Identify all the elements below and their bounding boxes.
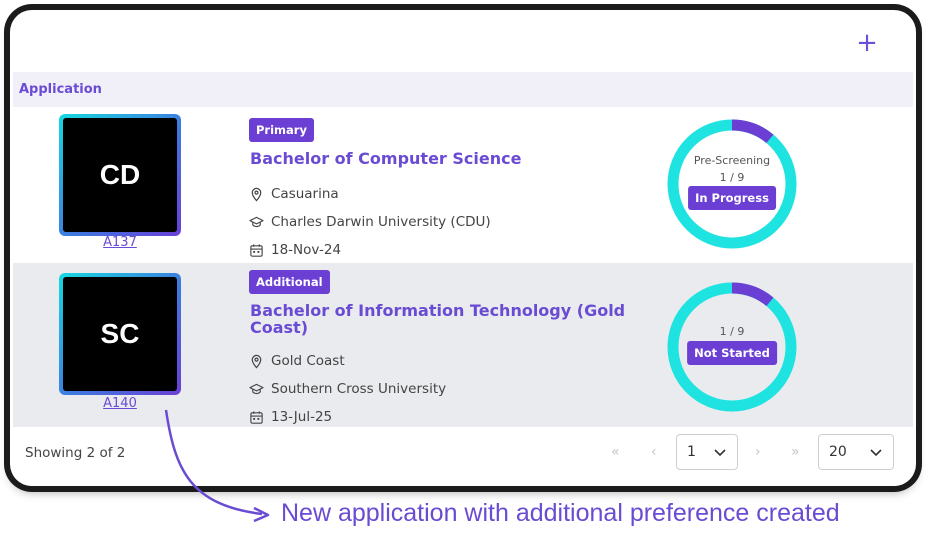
double-chevron-left-icon: « bbox=[611, 444, 620, 460]
last-page-button[interactable]: » bbox=[791, 444, 800, 460]
showing-count: Showing 2 of 2 bbox=[25, 445, 126, 461]
step-label: 1 / 9 bbox=[719, 325, 745, 338]
chevron-down-icon bbox=[714, 449, 726, 457]
first-page-button[interactable]: « bbox=[611, 444, 620, 460]
add-application-button[interactable]: + bbox=[854, 30, 880, 56]
course-title[interactable]: Bachelor of Information Technology (Gold… bbox=[250, 302, 630, 336]
chevron-right-icon: › bbox=[755, 444, 761, 460]
application-id-link[interactable]: A137 bbox=[59, 235, 181, 250]
pagination-footer: Showing 2 of 2 « ‹ 1 › » 20 bbox=[13, 427, 913, 486]
progress-track bbox=[667, 119, 797, 249]
step-label: 1 / 9 bbox=[719, 171, 745, 184]
preference-badge: Additional bbox=[249, 270, 330, 294]
date-text: 13-Jul-25 bbox=[271, 409, 333, 425]
date-line: 13-Jul-25 bbox=[249, 409, 332, 425]
graduation-cap-icon bbox=[249, 216, 264, 227]
map-pin-icon bbox=[251, 187, 262, 202]
progress-ring: 1 / 9 Not Started bbox=[665, 280, 799, 414]
university-line: Charles Darwin University (CDU) bbox=[249, 214, 491, 230]
application-avatar-frame: SC bbox=[59, 273, 181, 395]
date-line: 18-Nov-24 bbox=[249, 242, 341, 258]
date-text: 18-Nov-24 bbox=[271, 242, 342, 258]
prev-page-button[interactable]: ‹ bbox=[651, 444, 657, 460]
application-row: CD A137 Primary Bachelor of Computer Sci… bbox=[13, 107, 913, 263]
annotation-text: New application with additional preferen… bbox=[281, 499, 840, 527]
progress-ring: Pre-Screening 1 / 9 In Progress bbox=[665, 117, 799, 251]
chevron-left-icon: ‹ bbox=[651, 444, 657, 460]
location-text: Casuarina bbox=[271, 186, 339, 202]
location-line: Casuarina bbox=[249, 186, 339, 202]
stage-label: Pre-Screening bbox=[693, 154, 771, 167]
application-row: SC A140 Additional Bachelor of Informati… bbox=[13, 263, 913, 427]
page-select[interactable]: 1 bbox=[676, 434, 738, 470]
stage: + Application CD A137 Primary Bachelor o… bbox=[0, 0, 926, 535]
status-badge: Not Started bbox=[687, 341, 777, 365]
calendar-icon bbox=[250, 243, 263, 257]
map-pin-icon bbox=[251, 354, 262, 369]
chevron-down-icon bbox=[870, 449, 882, 457]
university-text: Charles Darwin University (CDU) bbox=[271, 214, 491, 230]
page-select-value: 1 bbox=[687, 444, 696, 460]
applications-panel: + Application CD A137 Primary Bachelor o… bbox=[10, 10, 916, 486]
application-avatar: SC bbox=[63, 277, 177, 391]
application-id-link[interactable]: A140 bbox=[59, 396, 181, 411]
page-size-value: 20 bbox=[829, 444, 847, 460]
next-page-button[interactable]: › bbox=[755, 444, 761, 460]
application-avatar-frame: CD bbox=[59, 114, 181, 236]
course-title[interactable]: Bachelor of Computer Science bbox=[250, 150, 630, 167]
plus-icon: + bbox=[856, 28, 878, 58]
calendar-icon bbox=[250, 410, 263, 424]
section-header: Application bbox=[13, 72, 913, 107]
location-text: Gold Coast bbox=[271, 353, 345, 369]
location-line: Gold Coast bbox=[249, 353, 345, 369]
page-size-select[interactable]: 20 bbox=[818, 434, 894, 470]
university-line: Southern Cross University bbox=[249, 381, 446, 397]
preference-badge: Primary bbox=[249, 118, 314, 142]
graduation-cap-icon bbox=[249, 383, 264, 394]
double-chevron-right-icon: » bbox=[791, 444, 800, 460]
university-text: Southern Cross University bbox=[271, 381, 447, 397]
status-badge: In Progress bbox=[688, 186, 776, 210]
application-avatar: CD bbox=[63, 118, 177, 232]
